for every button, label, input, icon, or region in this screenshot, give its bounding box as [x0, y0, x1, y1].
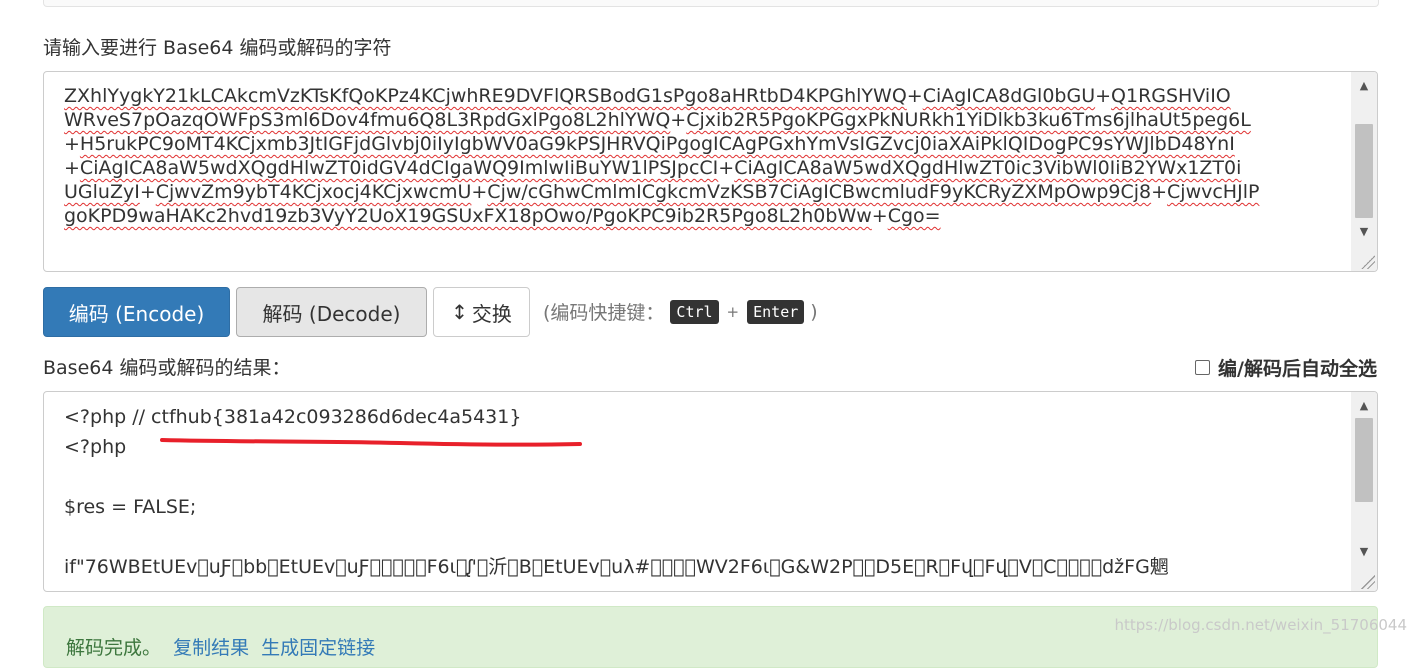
scroll-up-icon[interactable]: ▲ — [1351, 394, 1377, 416]
input-segment: Cgo= — [887, 205, 941, 227]
input-text[interactable]: ZXhlYygkY21kLCAkcmVzKTsKfQoKPz4KCjwhRE9D… — [64, 72, 1345, 271]
swap-arrows-icon: ↕ — [451, 300, 468, 324]
enter-key: Enter — [747, 299, 805, 324]
previous-panel-edge — [43, 0, 1379, 7]
swap-label: 交换 — [471, 301, 512, 326]
resize-grip-icon[interactable] — [1361, 575, 1375, 589]
input-textarea[interactable]: ZXhlYygkY21kLCAkcmVzKTsKfQoKPz4KCjwhRE9D… — [43, 71, 1378, 272]
output-line: <?php — [64, 436, 127, 458]
shortcut-suffix: ) — [810, 300, 818, 323]
output-label: Base64 编码或解码的结果： — [43, 357, 291, 379]
input-plus: + — [1095, 85, 1112, 107]
input-label: 请输入要进行 Base64 编码或解码的字符 — [43, 37, 392, 59]
ctrl-key: Ctrl — [670, 299, 719, 324]
input-plus: + — [670, 109, 687, 131]
input-scrollbar[interactable]: ▲ ▼ — [1351, 72, 1377, 271]
output-text[interactable]: <?php // ctfhub{381a42c093286d6dec4a5431… — [64, 402, 1345, 591]
input-plus: + — [718, 157, 735, 179]
input-line: UGluZyI+CjwvZm9ybT4KCjxocj4KCjxwcmU+Cjw/… — [64, 180, 1345, 204]
shortcut-prefix: (编码快捷键： — [543, 302, 665, 324]
input-segment: CiAgICA8aW5wdXQgdHlwZT0idGV4dCIgaWQ9Imlw… — [79, 157, 719, 179]
input-segment: CiAgICA8aW5wdXQgdHlwZT0ic3VibWl0IiB2YWx1… — [734, 157, 1242, 179]
input-segment: Cjxib2R5PgoKPGgxPkNURkh1YiDlkb3ku6Tms6jl… — [686, 109, 1251, 131]
input-line: ZXhlYygkY21kLCAkcmVzKTsKfQoKPz4KCjwhRE9D… — [64, 84, 1345, 108]
input-segment: WRveS7pOazqOWFpS3ml6Dov4fmu6Q8L3RpdGxlPg… — [64, 109, 671, 131]
output-textarea[interactable]: <?php // ctfhub{381a42c093286d6dec4a5431… — [43, 391, 1378, 592]
watermark-text: https://blog.csdn.net/weixin_51706044 — [1114, 616, 1407, 634]
input-segment: CjwvZm9ybT4KCjxocj4KCjxwcmU — [155, 181, 472, 203]
input-plus: + — [64, 157, 80, 179]
output-scrollbar[interactable]: ▲ ▼ — [1351, 392, 1377, 591]
input-line: WRveS7pOazqOWFpS3ml6Dov4fmu6Q8L3RpdGxlPg… — [64, 108, 1345, 132]
input-segment: CjwvcHJlP — [1167, 181, 1260, 203]
status-message: 解码完成。 复制结果 生成固定链接 — [66, 633, 375, 660]
input-line: +CiAgICA8aW5wdXQgdHlwZT0idGV4dCIgaWQ9Iml… — [64, 156, 1345, 180]
autoselect-option[interactable]: 编/解码后自动全选 — [1195, 354, 1377, 381]
scroll-thumb[interactable] — [1355, 124, 1373, 218]
scroll-thumb[interactable] — [1355, 418, 1373, 502]
encode-button[interactable]: 编码 (Encode) — [43, 287, 230, 337]
autoselect-label: 编/解码后自动全选 — [1218, 358, 1377, 380]
scroll-up-icon[interactable]: ▲ — [1351, 74, 1377, 96]
input-segment: Q1RGSHViIO — [1111, 85, 1231, 107]
copy-result-link[interactable]: 复制结果 — [173, 637, 249, 659]
input-segment: UGluZyI — [64, 181, 140, 203]
swap-button[interactable]: ↕ 交换 — [433, 287, 530, 337]
decode-button[interactable]: 解码 (Decode) — [236, 287, 427, 337]
resize-grip-icon[interactable] — [1361, 255, 1375, 269]
input-plus: + — [471, 181, 488, 203]
input-plus: + — [1151, 181, 1168, 203]
shortcut-hint: (编码快捷键： Ctrl + Enter ) — [543, 298, 818, 325]
output-line: <?php // ctfhub{381a42c093286d6dec4a5431… — [64, 406, 522, 428]
input-plus: + — [139, 181, 156, 203]
input-plus: + — [906, 85, 923, 107]
output-line: $res = FALSE; — [64, 496, 197, 518]
input-line: +H5rukPC9oMT4KCjxmb3JtIGFjdGlvbj0iIyIgbW… — [64, 132, 1345, 156]
fixed-link-link[interactable]: 生成固定链接 — [261, 637, 375, 659]
shortcut-plus: + — [726, 302, 740, 321]
scroll-down-icon[interactable]: ▼ — [1351, 540, 1377, 562]
input-segment: ZXhlYygkY21kLCAkcmVzKTsKfQoKPz4KCjwhRE9D… — [64, 85, 907, 107]
input-segment: H5rukPC9oMT4KCjxmb3JtIGFjdGlvbj0iIyIgbWV… — [79, 133, 1235, 155]
status-text: 解码完成。 — [66, 637, 162, 659]
input-line: goKPD9waHAKc2hvd19zb3VyY2UoX19GSUxFX18pO… — [64, 204, 1345, 228]
input-segment: Cjw/cGhwCmlmICgkcmVzKSB7CiAgICBwcmludF9y… — [487, 181, 1152, 203]
input-plus: + — [871, 205, 888, 227]
input-segment: CiAgICA8dGl0bGU — [922, 85, 1096, 107]
scroll-down-icon[interactable]: ▼ — [1351, 220, 1377, 242]
input-plus: + — [64, 133, 80, 155]
input-segment: goKPD9waHAKc2hvd19zb3VyY2UoX19GSUxFX18pO… — [64, 205, 872, 227]
output-line: if"76WBEtUEv uƑ bb EtUEv uƑ     F6ɩ ᶘ' 沂… — [64, 556, 1169, 578]
autoselect-checkbox[interactable] — [1195, 360, 1211, 375]
